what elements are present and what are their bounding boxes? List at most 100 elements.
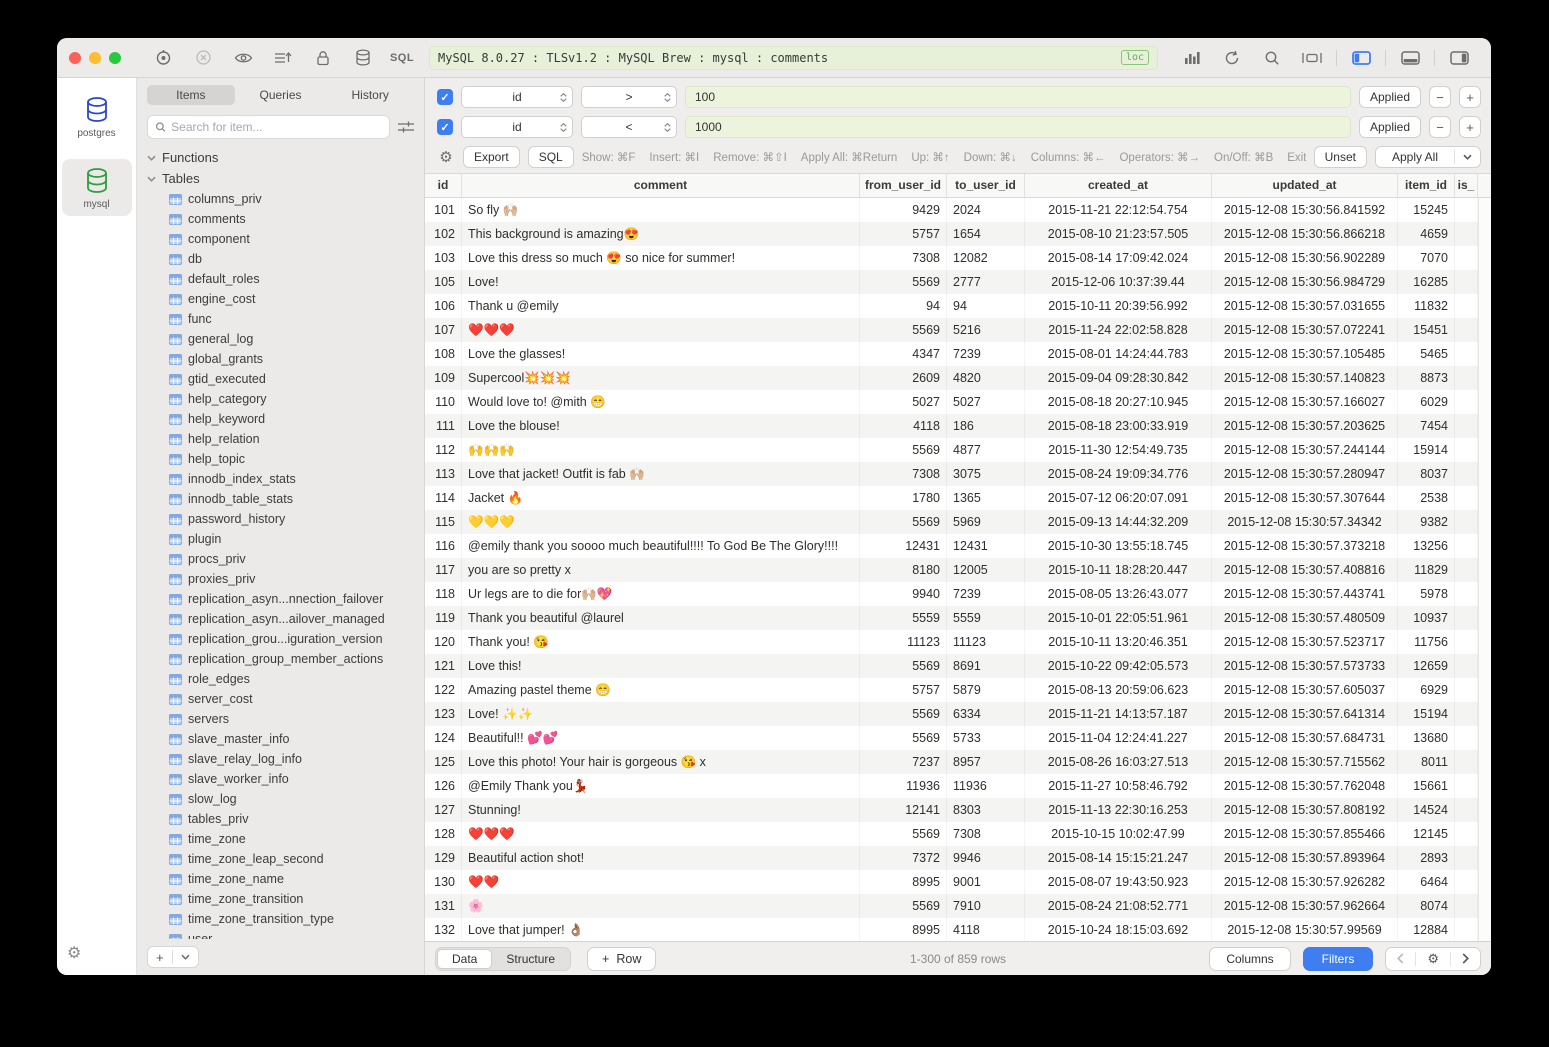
- cell-created_at[interactable]: 2015-10-11 20:39:56.992: [1025, 294, 1212, 318]
- sidebar-table-item[interactable]: tables_priv: [147, 809, 424, 829]
- cell-updated_at[interactable]: 2015-12-08 15:30:56.984729: [1212, 270, 1398, 294]
- cell-updated_at[interactable]: 2015-12-08 15:30:57.962664: [1212, 894, 1398, 918]
- filter-value-input[interactable]: [685, 86, 1351, 108]
- previous-page-icon[interactable]: [1386, 953, 1415, 964]
- cell-item_id[interactable]: 13256: [1398, 534, 1455, 558]
- cell-from_user_id[interactable]: 7308: [860, 246, 947, 270]
- cell-is_[interactable]: [1455, 462, 1478, 486]
- cell-updated_at[interactable]: 2015-12-08 15:30:57.480509: [1212, 606, 1398, 630]
- cell-updated_at[interactable]: 2015-12-08 15:30:57.99569: [1212, 918, 1398, 941]
- table-row[interactable]: 110Would love to! @mith 😁502750272015-08…: [425, 390, 1478, 414]
- cell-comment[interactable]: So fly 🙌🏼: [462, 198, 860, 222]
- cell-item_id[interactable]: 12145: [1398, 822, 1455, 846]
- sidebar-table-item[interactable]: proxies_priv: [147, 569, 424, 589]
- cell-is_[interactable]: [1455, 366, 1478, 390]
- cell-item_id[interactable]: 6029: [1398, 390, 1455, 414]
- connection-postgres[interactable]: postgres: [62, 88, 132, 145]
- cell-id[interactable]: 128: [425, 822, 462, 846]
- cell-is_[interactable]: [1455, 198, 1478, 222]
- table-row[interactable]: 128❤️❤️❤️556973082015-10-15 10:02:47.992…: [425, 822, 1478, 846]
- cell-to_user_id[interactable]: 6334: [947, 702, 1025, 726]
- cell-item_id[interactable]: 8873: [1398, 366, 1455, 390]
- cell-to_user_id[interactable]: 5559: [947, 606, 1025, 630]
- cell-to_user_id[interactable]: 12082: [947, 246, 1025, 270]
- table-row[interactable]: 112🙌🙌🙌556948772015-11-30 12:54:49.735201…: [425, 438, 1478, 462]
- cell-created_at[interactable]: 2015-11-21 14:13:57.187: [1025, 702, 1212, 726]
- cell-created_at[interactable]: 2015-10-15 10:02:47.99: [1025, 822, 1212, 846]
- cell-is_[interactable]: [1455, 894, 1478, 918]
- cell-created_at[interactable]: 2015-11-13 22:30:16.253: [1025, 798, 1212, 822]
- cell-id[interactable]: 101: [425, 198, 462, 222]
- cell-comment[interactable]: Amazing pastel theme 😁: [462, 678, 860, 702]
- remove-filter-button[interactable]: −: [1429, 116, 1451, 138]
- cell-from_user_id[interactable]: 5569: [860, 510, 947, 534]
- cell-is_[interactable]: [1455, 606, 1478, 630]
- cell-created_at[interactable]: 2015-10-24 18:15:03.692: [1025, 918, 1212, 941]
- cell-item_id[interactable]: 15914: [1398, 438, 1455, 462]
- cell-updated_at[interactable]: 2015-12-08 15:30:57.926282: [1212, 870, 1398, 894]
- cell-item_id[interactable]: 15451: [1398, 318, 1455, 342]
- cell-id[interactable]: 130: [425, 870, 462, 894]
- cell-from_user_id[interactable]: 8180: [860, 558, 947, 582]
- sidebar-table-item[interactable]: slow_log: [147, 789, 424, 809]
- disconnect-icon[interactable]: [183, 49, 223, 66]
- cell-updated_at[interactable]: 2015-12-08 15:30:56.866218: [1212, 222, 1398, 246]
- cell-comment[interactable]: Love that jacket! Outfit is fab 🙌🏼: [462, 462, 860, 486]
- table-row[interactable]: 101So fly 🙌🏼942920242015-11-21 22:12:54.…: [425, 198, 1478, 222]
- table-row[interactable]: 113Love that jacket! Outfit is fab 🙌🏼730…: [425, 462, 1478, 486]
- cell-id[interactable]: 119: [425, 606, 462, 630]
- table-row[interactable]: 103Love this dress so much 😍 so nice for…: [425, 246, 1478, 270]
- cell-to_user_id[interactable]: 2777: [947, 270, 1025, 294]
- add-row-button[interactable]: + Row: [587, 947, 656, 971]
- table-row[interactable]: 121Love this!556986912015-10-22 09:42:05…: [425, 654, 1478, 678]
- sidebar-table-item[interactable]: slave_worker_info: [147, 769, 424, 789]
- cell-id[interactable]: 117: [425, 558, 462, 582]
- cell-created_at[interactable]: 2015-10-11 18:28:20.447: [1025, 558, 1212, 582]
- cell-to_user_id[interactable]: 94: [947, 294, 1025, 318]
- cell-to_user_id[interactable]: 8691: [947, 654, 1025, 678]
- table-row[interactable]: 122Amazing pastel theme 😁575758792015-08…: [425, 678, 1478, 702]
- settings-gear-icon[interactable]: ⚙: [67, 943, 81, 963]
- cell-updated_at[interactable]: 2015-12-08 15:30:57.373218: [1212, 534, 1398, 558]
- cell-is_[interactable]: [1455, 750, 1478, 774]
- cell-created_at[interactable]: 2015-08-18 20:27:10.945: [1025, 390, 1212, 414]
- cell-created_at[interactable]: 2015-11-21 22:12:54.754: [1025, 198, 1212, 222]
- cell-comment[interactable]: Ur legs are to die for🙌🏼💖: [462, 582, 860, 606]
- table-row[interactable]: 105Love!556927772015-12-06 10:37:39.4420…: [425, 270, 1478, 294]
- table-row[interactable]: 123Love! ✨✨556963342015-11-21 14:13:57.1…: [425, 702, 1478, 726]
- database-icon[interactable]: [343, 49, 383, 66]
- filter-applied-button[interactable]: Applied: [1359, 86, 1421, 108]
- table-row[interactable]: 125Love this photo! Your hair is gorgeou…: [425, 750, 1478, 774]
- column-header-to_user_id[interactable]: to_user_id: [947, 174, 1025, 197]
- cell-comment[interactable]: Love the glasses!: [462, 342, 860, 366]
- table-row[interactable]: 106Thank u @emily94942015-10-11 20:39:56…: [425, 294, 1478, 318]
- cell-item_id[interactable]: 5978: [1398, 582, 1455, 606]
- cell-updated_at[interactable]: 2015-12-08 15:30:57.031655: [1212, 294, 1398, 318]
- cell-to_user_id[interactable]: 4820: [947, 366, 1025, 390]
- toggle-right-panel-icon[interactable]: [1439, 51, 1479, 65]
- cell-comment[interactable]: Love this photo! Your hair is gorgeous 😘…: [462, 750, 860, 774]
- cell-is_[interactable]: [1455, 342, 1478, 366]
- chart-icon[interactable]: [1172, 50, 1212, 65]
- cell-comment[interactable]: @emily thank you soooo much beautiful!!!…: [462, 534, 860, 558]
- next-page-icon[interactable]: [1451, 953, 1480, 964]
- filter-sliders-icon[interactable]: [398, 120, 414, 134]
- cell-id[interactable]: 124: [425, 726, 462, 750]
- cell-is_[interactable]: [1455, 390, 1478, 414]
- filter-column-select[interactable]: id: [461, 86, 573, 108]
- focus-mode-icon[interactable]: [1292, 51, 1332, 65]
- cell-from_user_id[interactable]: 5569: [860, 702, 947, 726]
- cell-created_at[interactable]: 2015-08-18 23:00:33.919: [1025, 414, 1212, 438]
- cell-comment[interactable]: Thank you beautiful @laurel: [462, 606, 860, 630]
- sidebar-table-item[interactable]: component: [147, 229, 424, 249]
- cell-id[interactable]: 106: [425, 294, 462, 318]
- sql-editor-icon[interactable]: SQL: [383, 52, 421, 64]
- cell-is_[interactable]: [1455, 438, 1478, 462]
- cell-created_at[interactable]: 2015-08-24 21:08:52.771: [1025, 894, 1212, 918]
- cell-comment[interactable]: 🌸: [462, 894, 860, 918]
- cell-item_id[interactable]: 7070: [1398, 246, 1455, 270]
- sidebar-table-item[interactable]: general_log: [147, 329, 424, 349]
- cell-created_at[interactable]: 2015-10-22 09:42:05.573: [1025, 654, 1212, 678]
- cell-to_user_id[interactable]: 8957: [947, 750, 1025, 774]
- cell-item_id[interactable]: 12884: [1398, 918, 1455, 941]
